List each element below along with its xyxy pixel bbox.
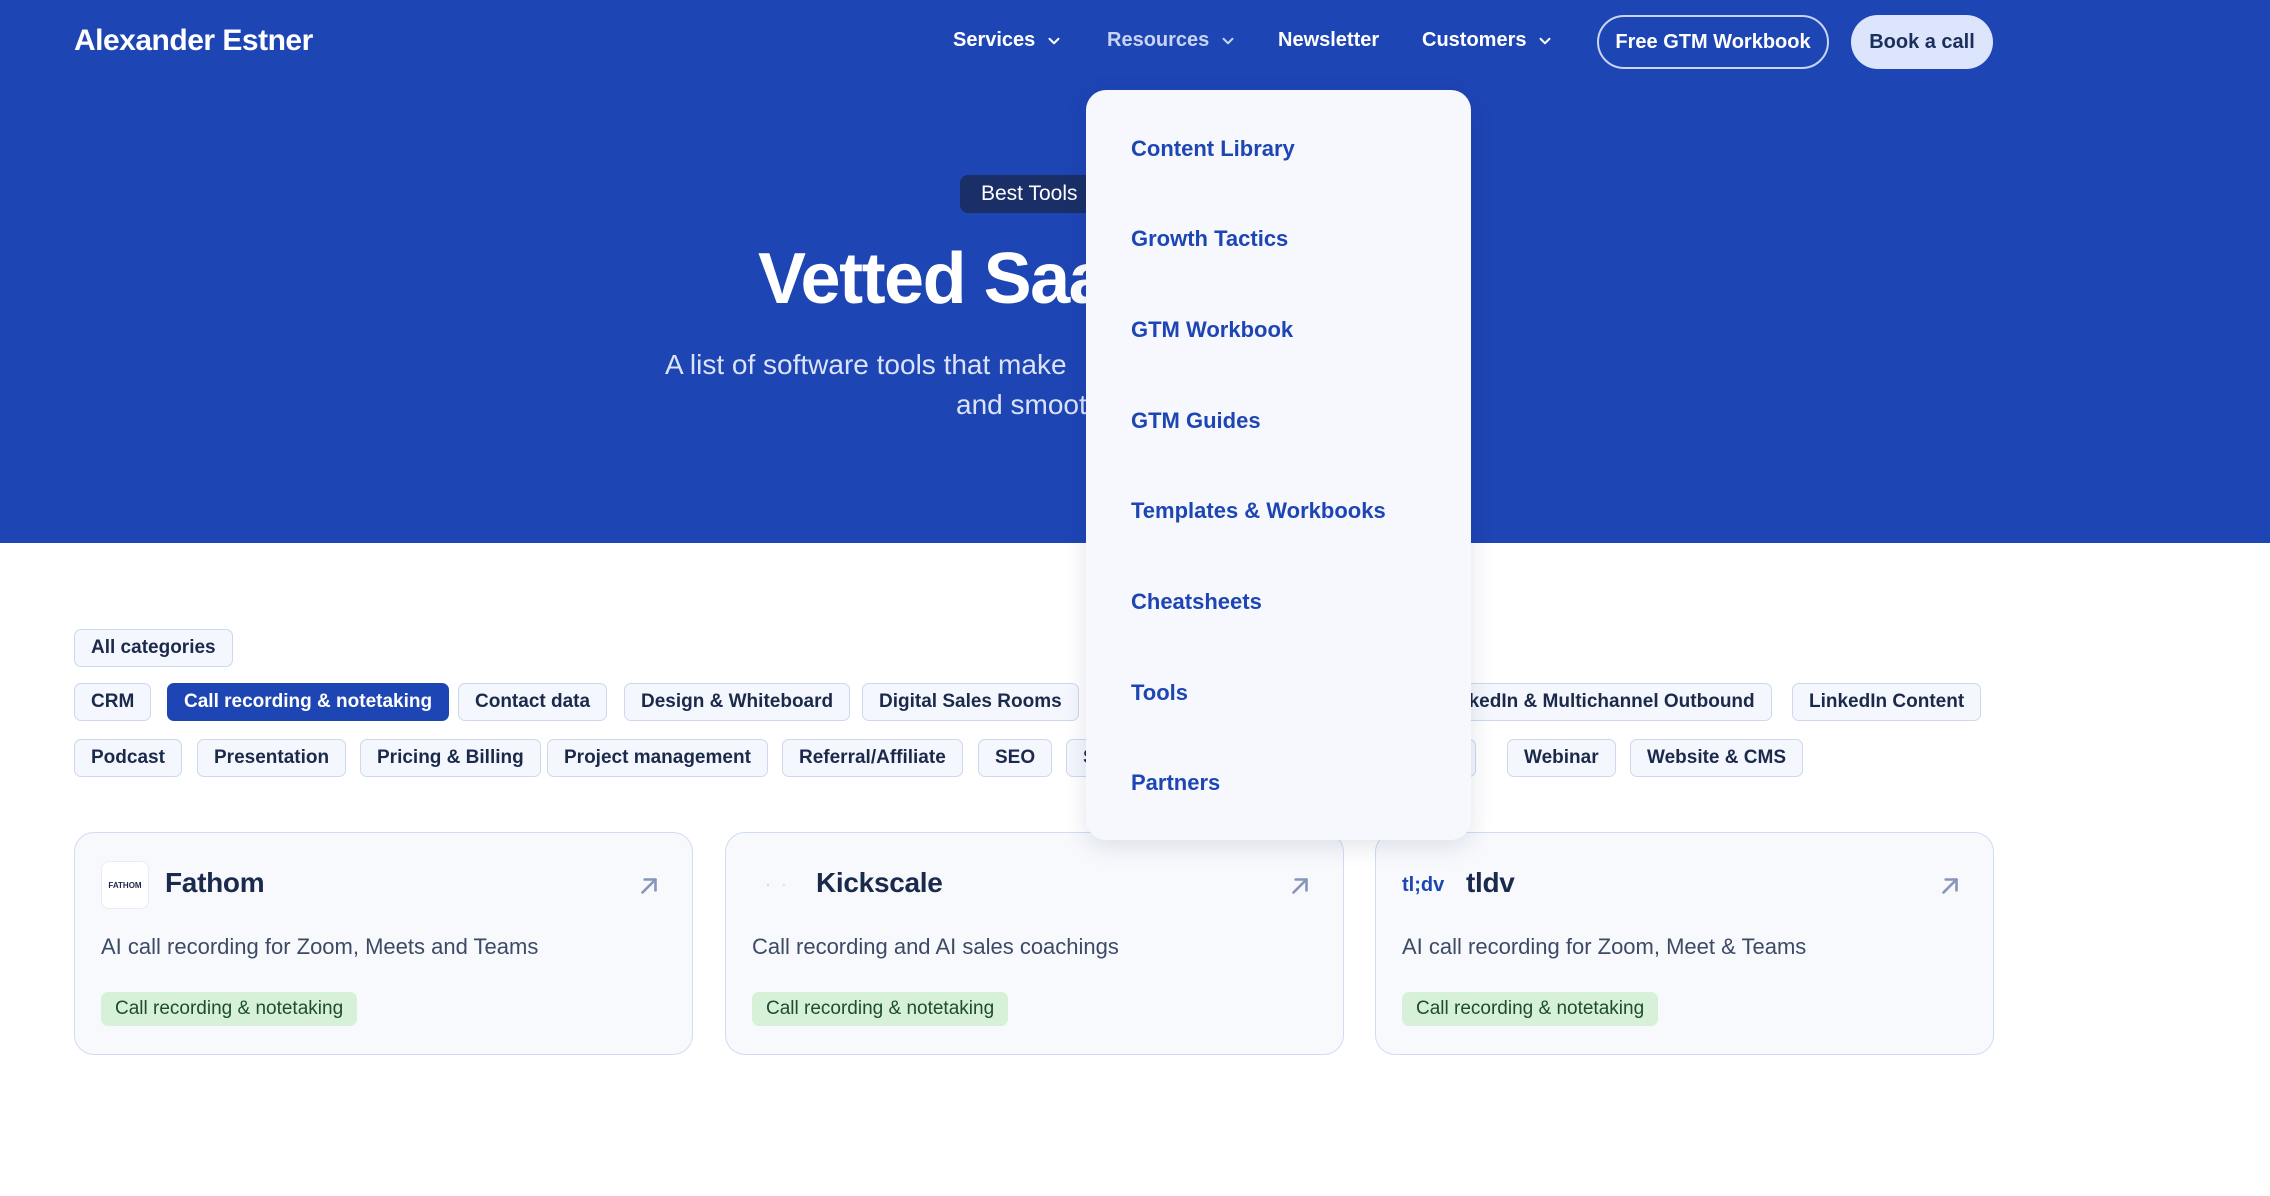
dropdown-item-templates-workbooks[interactable]: Templates & Workbooks [1131, 498, 1386, 524]
dropdown-item-tools[interactable]: Tools [1131, 680, 1188, 706]
card-title: Kickscale [816, 867, 943, 898]
arrow-up-right-icon [1292, 878, 1308, 894]
free-gtm-workbook-button[interactable]: Free GTM Workbook [1597, 15, 1829, 69]
filter-chip[interactable]: Podcast [74, 739, 182, 777]
filter-chip[interactable]: nkedIn & Multichannel Outbound [1440, 683, 1772, 721]
filter-chip[interactable]: Pricing & Billing [360, 739, 541, 777]
filter-chip[interactable]: Project management [547, 739, 768, 777]
filter-chip[interactable]: Webinar [1507, 739, 1616, 777]
tldv-logo: tl;dv [1402, 873, 1445, 896]
filter-chip[interactable]: Digital Sales Rooms [862, 683, 1079, 721]
resources-dropdown-menu: Content Library Growth Tactics GTM Workb… [1086, 90, 1471, 840]
tool-card-kickscale[interactable]: Kickscale Call recording and AI sales co… [725, 832, 1344, 1055]
kickscale-logo-mark [766, 883, 786, 887]
dropdown-item-gtm-guides[interactable]: GTM Guides [1131, 408, 1261, 434]
kickscale-logo [752, 861, 800, 909]
tool-card-tldv[interactable]: tl;dv tldv AI call recording for Zoom, M… [1375, 832, 1994, 1055]
card-description: AI call recording for Zoom, Meets and Te… [101, 934, 539, 959]
nav-newsletter[interactable]: Newsletter [1278, 29, 1379, 52]
nav-customers-label: Customers [1422, 29, 1527, 51]
dropdown-item-cheatsheets[interactable]: Cheatsheets [1131, 589, 1262, 615]
arrow-up-right-icon [641, 878, 657, 894]
dropdown-item-partners[interactable]: Partners [1131, 770, 1220, 796]
filter-chip[interactable]: Presentation [197, 739, 347, 777]
filter-chip-active[interactable]: Call recording & notetaking [167, 683, 450, 721]
nav-services-label: Services [953, 29, 1036, 51]
filter-chip[interactable]: Contact data [458, 683, 608, 721]
nav-customers[interactable]: Customers [1422, 29, 1554, 52]
filter-chip[interactable]: SEO [978, 739, 1053, 777]
filter-all-categories[interactable]: All categories [74, 629, 233, 667]
nav-resources[interactable]: Resources [1107, 29, 1237, 52]
fathom-logo: FATHOM [101, 861, 149, 909]
card-title: tldv [1466, 867, 1515, 898]
card-description: Call recording and AI sales coachings [752, 934, 1119, 959]
chevron-down-icon [1540, 37, 1551, 44]
card-category-tag: Call recording & notetaking [752, 992, 1009, 1026]
page-title: Vetted Saa [758, 239, 1109, 319]
card-category-tag: Call recording & notetaking [101, 992, 358, 1026]
card-description: AI call recording for Zoom, Meet & Teams [1402, 934, 1807, 959]
dropdown-item-gtm-workbook[interactable]: GTM Workbook [1131, 317, 1293, 343]
nav-resources-label: Resources [1107, 29, 1210, 51]
filter-chip[interactable]: Referral/Affiliate [782, 739, 963, 777]
arrow-up-right-icon [1942, 878, 1958, 894]
card-category-tag: Call recording & notetaking [1402, 992, 1659, 1026]
book-a-call-button[interactable]: Book a call [1851, 15, 1993, 69]
filter-chip[interactable]: Design & Whiteboard [624, 683, 851, 721]
chevron-down-icon [1048, 37, 1060, 44]
site-logo[interactable]: Alexander Estner [74, 24, 313, 58]
chevron-down-icon [1222, 37, 1234, 44]
tool-card-fathom[interactable]: FATHOM Fathom AI call recording for Zoom… [74, 832, 693, 1055]
filter-chip[interactable]: CRM [74, 683, 152, 721]
dropdown-item-growth-tactics[interactable]: Growth Tactics [1131, 226, 1288, 252]
nav-services[interactable]: Services [953, 29, 1063, 52]
hero-badge: Best Tools [960, 175, 1099, 213]
dropdown-item-content-library[interactable]: Content Library [1131, 136, 1295, 162]
filter-chip[interactable]: Website & CMS [1630, 739, 1804, 777]
card-title: Fathom [165, 867, 265, 898]
filter-chip[interactable]: LinkedIn Content [1792, 683, 1982, 721]
nav-newsletter-label: Newsletter [1278, 29, 1380, 51]
